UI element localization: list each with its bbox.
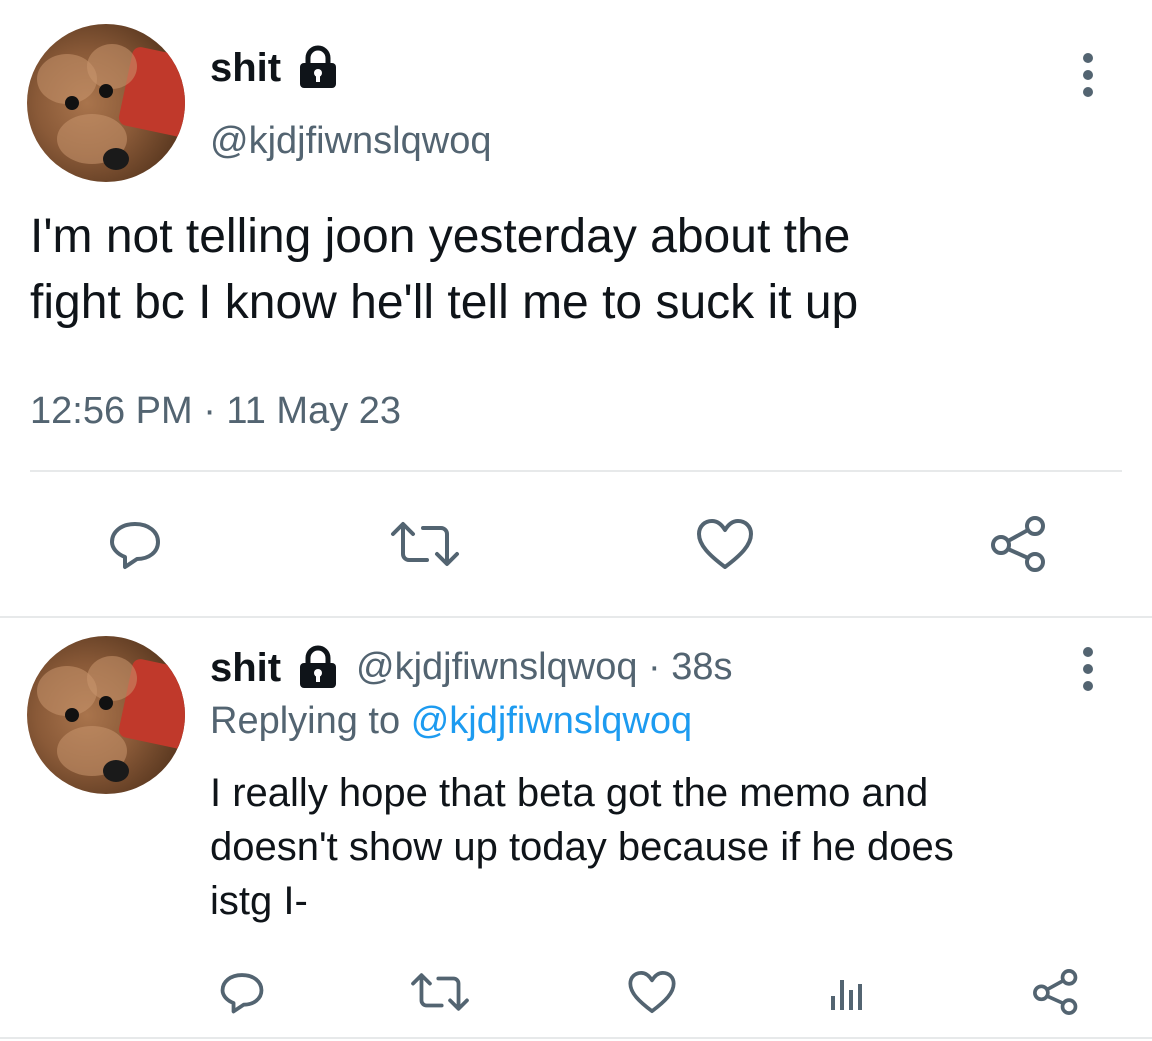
reply-retweet-button[interactable] — [400, 964, 480, 1020]
replying-to: Replying to @kjdjfiwnslqwoq — [210, 700, 692, 743]
reply-text-line: doesn't show up today because if he does — [210, 825, 954, 869]
replying-to-label: Replying to — [210, 700, 401, 742]
more-options-icon[interactable] — [1076, 52, 1100, 98]
reply-display-name[interactable]: shit — [210, 646, 281, 691]
avatar[interactable] — [27, 24, 185, 182]
divider — [0, 1037, 1152, 1039]
divider — [0, 616, 1152, 618]
like-button[interactable] — [690, 512, 760, 576]
tweet-text: I'm not telling joon yesterday about the… — [30, 204, 858, 336]
reply-time[interactable]: · 38s — [648, 646, 732, 688]
reply-text-line: istg I- — [210, 879, 308, 923]
reply-text-line: I really hope that beta got the memo and — [210, 771, 929, 815]
reply-like-button[interactable] — [622, 964, 682, 1020]
reply-handle-row: @kjdjfiwnslqwoq · 38s — [356, 646, 733, 689]
like-icon — [628, 970, 676, 1014]
share-icon — [1033, 969, 1078, 1015]
reply-share-button[interactable] — [1026, 964, 1086, 1020]
replying-to-handle-link[interactable]: @kjdjfiwnslqwoq — [411, 700, 692, 742]
share-icon — [991, 516, 1045, 572]
tweet-text-line: fight bc I know he'll tell me to suck it… — [30, 276, 859, 329]
more-options-icon[interactable] — [1076, 646, 1100, 692]
user-handle[interactable]: @kjdjfiwnslqwoq — [210, 120, 491, 163]
retweet-icon — [411, 973, 469, 1011]
like-icon — [697, 519, 753, 569]
reply-icon — [110, 522, 160, 569]
lock-icon — [300, 45, 336, 88]
analytics-button[interactable] — [818, 964, 874, 1020]
display-name[interactable]: shit — [210, 46, 281, 91]
retweet-icon — [391, 522, 459, 566]
lock-icon — [300, 645, 336, 688]
reply-reply-button[interactable] — [212, 964, 272, 1020]
tweet-timestamp[interactable]: 12:56 PM · 11 May 23 — [30, 390, 401, 433]
retweet-button[interactable] — [380, 512, 470, 576]
tweet-text-line: I'm not telling joon yesterday about the — [30, 210, 851, 263]
analytics-icon — [831, 980, 862, 1010]
reply-user-handle[interactable]: @kjdjfiwnslqwoq — [356, 646, 637, 688]
reply-icon — [220, 973, 264, 1014]
reply-text: I really hope that beta got the memo and… — [210, 766, 954, 928]
share-button[interactable] — [984, 512, 1054, 576]
divider — [30, 470, 1122, 472]
reply-button[interactable] — [100, 512, 170, 576]
reply-avatar[interactable] — [27, 636, 185, 794]
